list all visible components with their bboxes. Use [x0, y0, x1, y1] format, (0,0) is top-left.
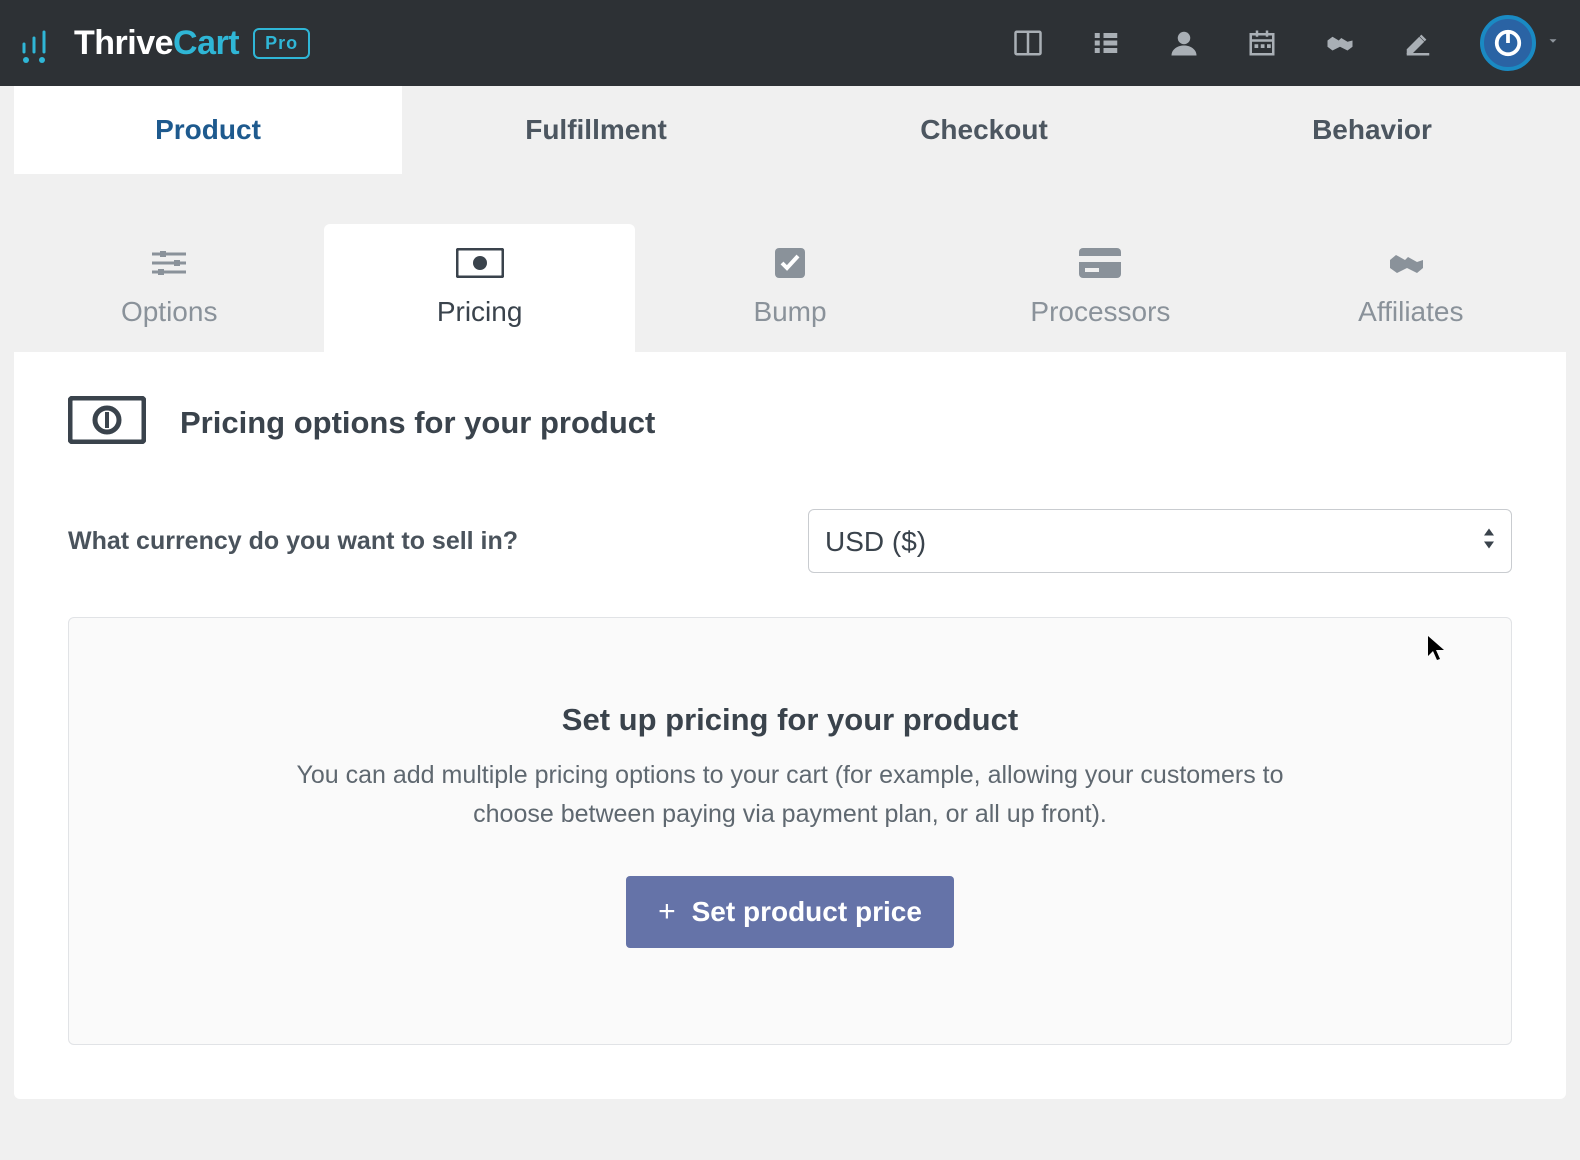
subtab-affiliates[interactable]: Affiliates — [1256, 224, 1566, 352]
card-icon — [1079, 248, 1121, 278]
power-icon[interactable] — [1480, 15, 1536, 71]
checkbox-icon — [775, 248, 805, 278]
subtab-options[interactable]: Options — [14, 224, 324, 352]
navbar: ThriveCart Pro — [0, 0, 1580, 86]
subtabs: Options Pricing Bump Processors Affiliat… — [14, 224, 1566, 352]
logo-part1: Thrive — [74, 24, 173, 62]
pro-badge: Pro — [253, 28, 310, 59]
subtab-processors-label: Processors — [1030, 296, 1170, 328]
set-product-price-label: Set product price — [692, 896, 922, 928]
handshake-icon[interactable] — [1324, 27, 1356, 59]
set-product-price-button[interactable]: + Set product price — [626, 876, 954, 948]
subtab-processors[interactable]: Processors — [945, 224, 1255, 352]
user-icon[interactable] — [1168, 27, 1200, 59]
currency-field: What currency do you want to sell in? US… — [68, 509, 1512, 573]
money-icon — [456, 248, 504, 278]
sliders-icon — [150, 248, 188, 278]
main-tabs: Product Fulfillment Checkout Behavior — [0, 86, 1580, 174]
well-title: Set up pricing for your product — [109, 702, 1471, 738]
plus-icon: + — [658, 897, 676, 927]
navbar-right — [1012, 15, 1560, 71]
columns-icon[interactable] — [1012, 27, 1044, 59]
account-menu[interactable] — [1480, 15, 1560, 71]
handshake-icon — [1388, 248, 1434, 278]
subtab-pricing-label: Pricing — [437, 296, 523, 328]
currency-label: What currency do you want to sell in? — [68, 527, 808, 556]
tab-product[interactable]: Product — [14, 86, 402, 174]
tab-fulfillment[interactable]: Fulfillment — [402, 86, 790, 174]
panel-title: Pricing options for your product — [180, 405, 655, 441]
money-icon — [68, 396, 146, 449]
tab-checkout[interactable]: Checkout — [790, 86, 1178, 174]
pricing-well: Set up pricing for your product You can … — [68, 617, 1512, 1045]
subtab-bump[interactable]: Bump — [635, 224, 945, 352]
panel-header: Pricing options for your product — [68, 396, 1512, 449]
logo-part2: Cart — [173, 24, 239, 62]
logo-text: ThriveCart — [74, 24, 239, 63]
logo-cart-icon — [18, 22, 60, 64]
edit-icon[interactable] — [1402, 27, 1434, 59]
subtab-options-label: Options — [121, 296, 218, 328]
list-icon[interactable] — [1090, 27, 1122, 59]
navbar-brand: ThriveCart Pro — [18, 22, 310, 64]
subtab-pricing[interactable]: Pricing — [324, 224, 634, 352]
subtab-bump-label: Bump — [753, 296, 826, 328]
currency-select-wrap: USD ($) — [808, 509, 1512, 573]
subtab-affiliates-label: Affiliates — [1358, 296, 1463, 328]
chevron-down-icon — [1546, 34, 1560, 53]
subtabs-wrap: Options Pricing Bump Processors Affiliat… — [0, 174, 1580, 352]
tab-behavior[interactable]: Behavior — [1178, 86, 1566, 174]
well-description: You can add multiple pricing options to … — [260, 756, 1320, 834]
calendar-icon[interactable] — [1246, 27, 1278, 59]
currency-select[interactable]: USD ($) — [808, 509, 1512, 573]
pricing-panel: Pricing options for your product What cu… — [14, 352, 1566, 1099]
